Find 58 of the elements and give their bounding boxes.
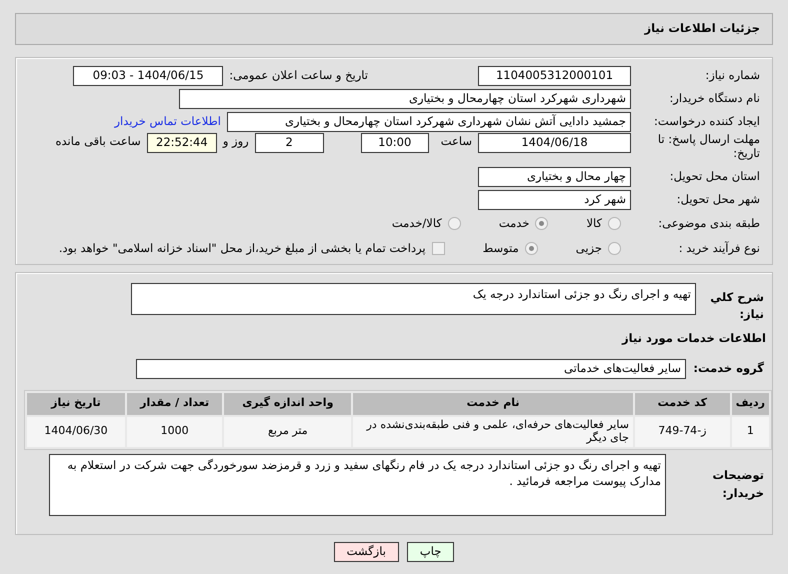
field-label: استان محل تحویل: xyxy=(668,168,761,185)
value-field: چهار محال و بختیاری xyxy=(478,166,631,186)
column-header: تاریخ نیاز xyxy=(27,392,125,414)
field-label: شهر محل تحویل: xyxy=(676,190,761,208)
field-label: شرح کلي نیاز: xyxy=(709,289,765,324)
column-header: واحد اندازه گیری xyxy=(224,392,352,414)
radio-button[interactable] xyxy=(524,242,538,255)
field-label: تاریخ و ساعت اعلان عمومی: xyxy=(229,66,368,84)
summary-textarea[interactable]: تهیه و اجرای رنگ دو جزئی استاندارد درجه یک xyxy=(131,283,696,315)
column-header: کد خدمت xyxy=(634,392,730,414)
radio-label: جزیی xyxy=(576,240,602,257)
table-cell: 1000 xyxy=(126,416,222,446)
value-field: شهر کرد xyxy=(478,190,631,210)
radio-label: کالا/خدمت xyxy=(392,214,442,232)
radio-label: کالا xyxy=(586,214,602,232)
value-field: شهرداری شهرکرد استان چهارمحال و بختیاری xyxy=(179,88,631,108)
value-field: 1404/06/18 xyxy=(478,133,631,153)
radio-label: متوسط xyxy=(482,240,519,257)
table-cell: 1404/06/30 xyxy=(27,416,125,446)
field-label: طبقه بندی موضوعی: xyxy=(657,214,761,232)
value-field: 2 xyxy=(254,133,324,153)
value-field: 10:00 xyxy=(360,133,429,153)
radio-button[interactable] xyxy=(448,217,461,230)
page-title: جزئیات اطلاعات نیاز xyxy=(644,20,760,38)
value-field: جمشید دادایی آتش نشان شهرداری شهرکرد استان چهارمحال و بختیاری xyxy=(227,112,631,132)
print-button[interactable]: چاپ xyxy=(406,542,454,562)
field-label: ایجاد کننده درخواست: xyxy=(653,112,761,130)
field-label: نام دستگاه خریدار: xyxy=(668,90,761,107)
notes-textarea[interactable]: تهیه و اجرای رنگ دو جزئی استاندارد درجه یک در فام رنگهای سفید و زرد و قرمزضد سورخوردگی جهت شرکت در استعلام به مدارک پیوست مراجعه فرمائید . xyxy=(49,454,666,516)
contact-link[interactable]: اطلاعات تماس خریدار xyxy=(114,112,221,130)
field-label: مهلت ارسال پاسخ: تا تاریخ: xyxy=(656,133,761,161)
radio-button[interactable] xyxy=(535,217,548,230)
payment-note: پرداخت تمام یا بخشی از مبلغ خرید،از محل "اسناد خزانه اسلامی" خواهد بود. xyxy=(58,240,426,257)
column-header: نام خدمت xyxy=(353,392,633,414)
table-cell: متر مربع xyxy=(224,416,352,446)
field-label: ساعت باقی مانده xyxy=(56,133,141,150)
countdown-field: 22:52:44 xyxy=(146,133,217,153)
checkbox[interactable] xyxy=(432,242,445,255)
column-header: ردیف xyxy=(732,392,769,414)
field-label: روز و xyxy=(222,133,249,150)
table-cell: 1 xyxy=(732,416,769,446)
column-header: تعداد / مقدار xyxy=(126,392,222,414)
radio-button[interactable] xyxy=(608,217,621,230)
value-field: سایر فعالیت‌های خدماتی xyxy=(136,358,686,378)
section-heading: اطلاعات خدمات مورد نیاز xyxy=(622,330,767,347)
table-cell: ز-74-749 xyxy=(634,416,730,446)
value-field: 1104005312000101 xyxy=(478,66,631,86)
field-label: ساعت xyxy=(440,133,472,150)
field-label: توضیحات خریدار: xyxy=(712,467,765,502)
table-cell: سایر فعالیت‌های حرفه‌ای، علمی و فنی طبقه‌بندی‌نشده در جای دیگر xyxy=(353,416,633,446)
radio-label: خدمت xyxy=(498,214,530,232)
field-label: شماره نیاز: xyxy=(704,66,761,84)
radio-button[interactable] xyxy=(608,242,621,255)
notes-text: تهیه و اجرای رنگ دو جزئی استاندارد درجه یک در فام رنگهای سفید و زرد و قرمزضد سورخوردگی جهت شرکت در استعلام به مدارک پیوست مراجعه فرمائید . xyxy=(67,458,661,488)
back-button[interactable]: بازگشت xyxy=(334,542,399,562)
field-label: گروه خدمت: xyxy=(692,360,765,377)
field-label: نوع فرآیند خرید : xyxy=(678,240,761,257)
value-field: 1404/06/15 - 09:03 xyxy=(73,66,224,86)
